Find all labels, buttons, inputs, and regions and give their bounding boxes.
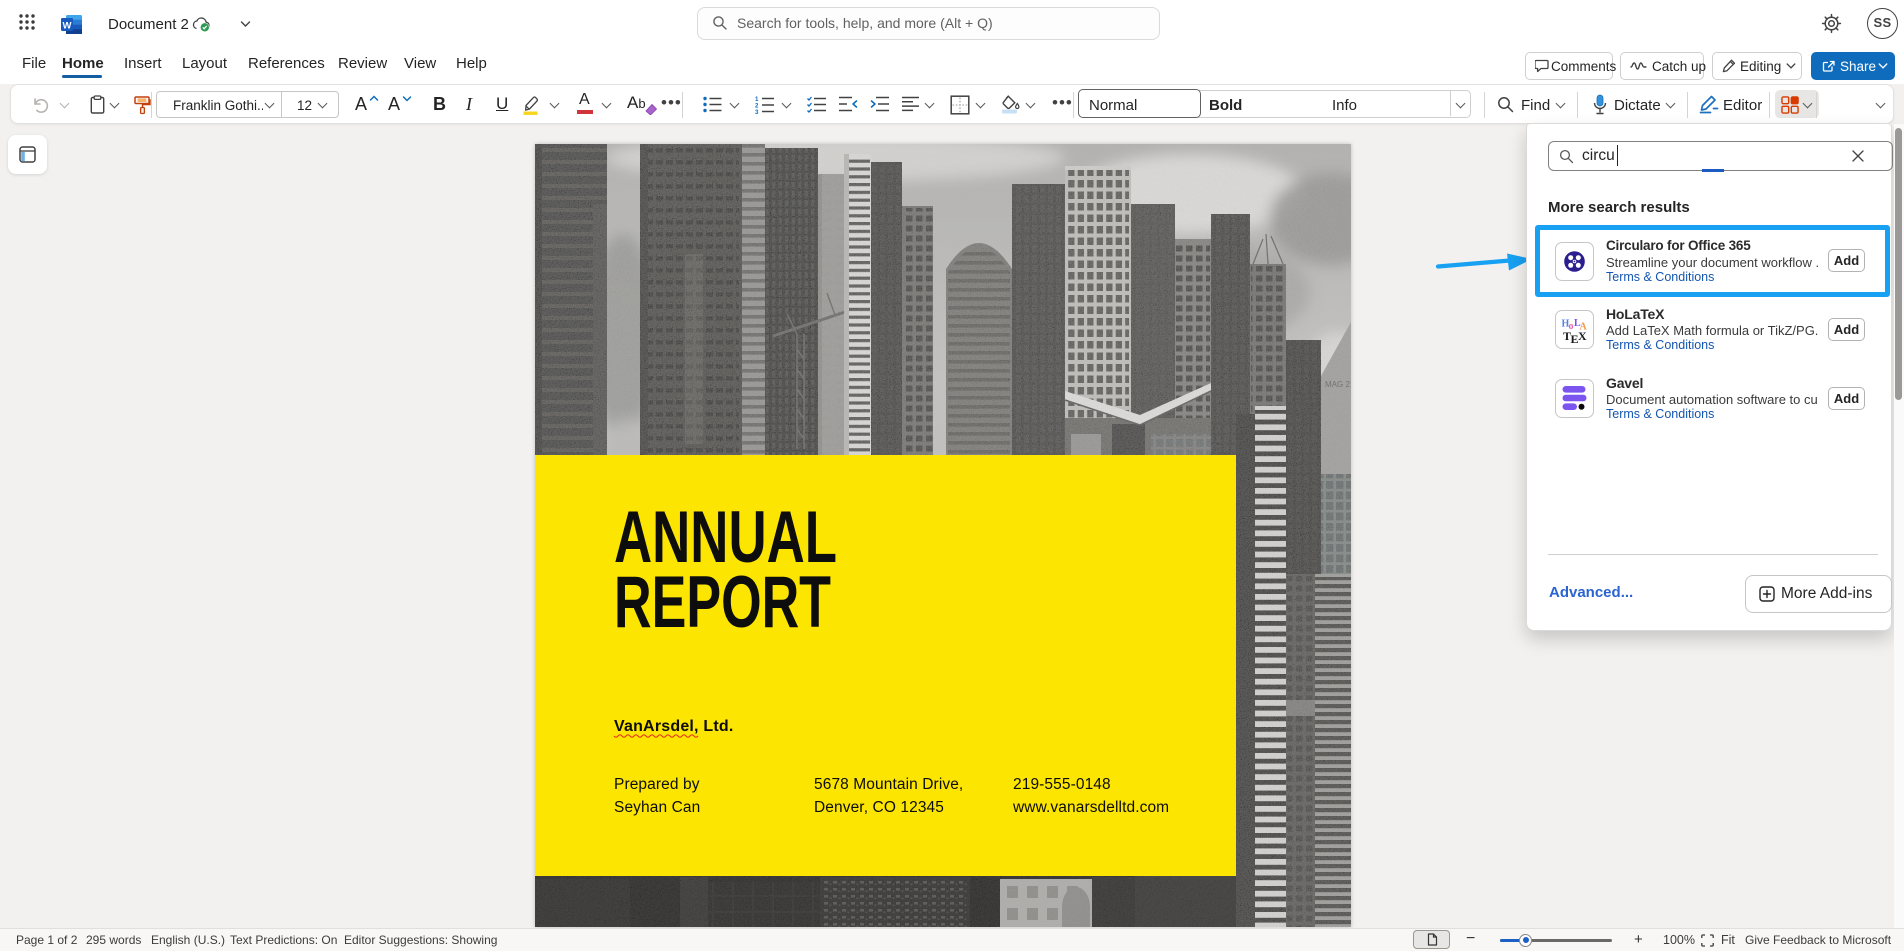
svg-text:X: X [1578, 329, 1587, 343]
svg-text:3: 3 [755, 109, 759, 114]
svg-text:Seyhan Can: Seyhan Can [614, 799, 700, 816]
svg-text:5678 Mountain Drive,: 5678 Mountain Drive, [814, 776, 963, 793]
svg-text:W: W [63, 20, 72, 31]
svg-text:219-555-0148: 219-555-0148 [1013, 776, 1111, 793]
svg-text:REPORT: REPORT [614, 562, 831, 643]
svg-text:Prepared by: Prepared by [614, 776, 700, 793]
svg-text:Denver, CO 12345: Denver, CO 12345 [814, 799, 944, 816]
svg-text:www.vanarsdelltd.com: www.vanarsdelltd.com [1012, 799, 1169, 816]
svg-text:VanArsdel, Ltd.: VanArsdel, Ltd. [614, 718, 733, 735]
